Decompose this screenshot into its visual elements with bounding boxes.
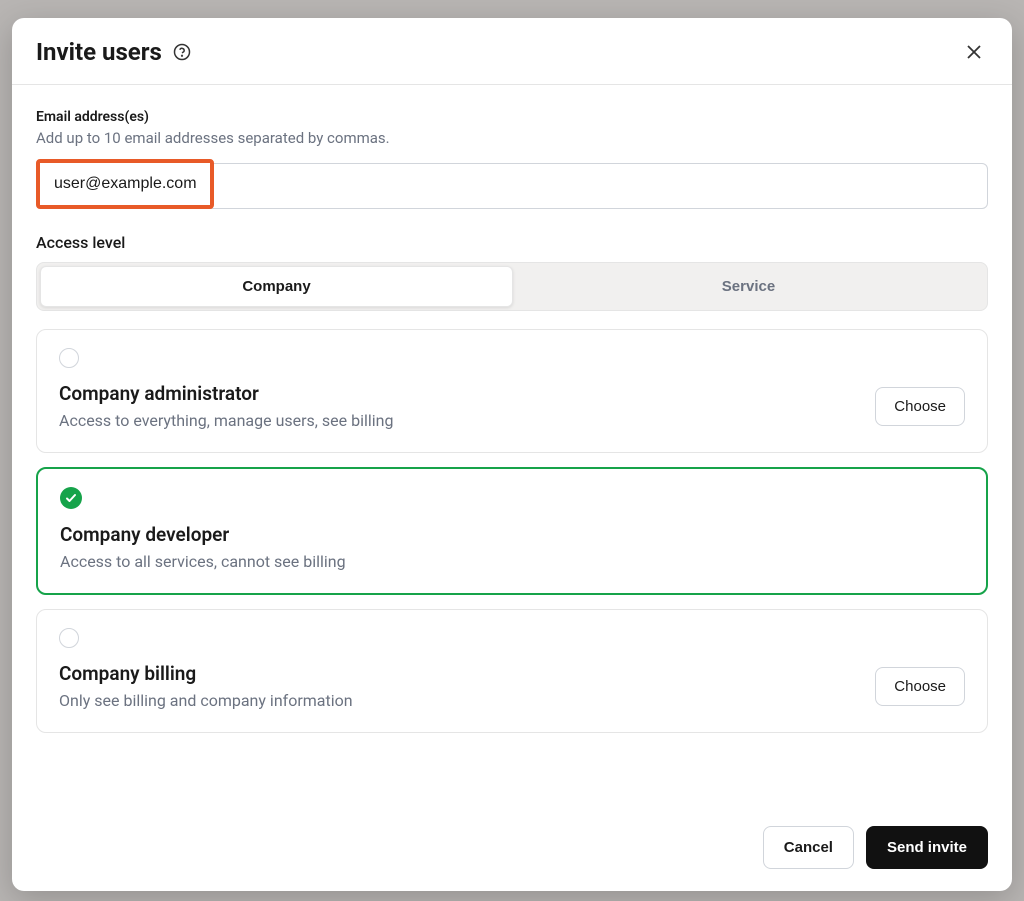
role-description: Access to all services, cannot see billi…	[60, 552, 964, 571]
radio-unchecked-icon	[59, 348, 79, 368]
dialog-header: Invite users	[12, 18, 1012, 85]
email-label: Email address(es)	[36, 109, 988, 125]
role-text: Company billing Only see billing and com…	[59, 662, 875, 710]
email-highlight-box	[36, 159, 214, 209]
role-text: Company developer Access to all services…	[60, 523, 964, 571]
tab-service[interactable]: Service	[513, 266, 984, 307]
choose-button[interactable]: Choose	[875, 387, 965, 426]
access-level-tabs: Company Service	[36, 262, 988, 311]
role-option-company-administrator[interactable]: Company administrator Access to everythi…	[36, 329, 988, 453]
help-icon[interactable]	[172, 42, 192, 62]
role-header: Company developer Access to all services…	[60, 523, 964, 571]
dialog-footer: Cancel Send invite	[12, 808, 1012, 891]
cancel-button[interactable]: Cancel	[763, 826, 854, 869]
role-description: Access to everything, manage users, see …	[59, 411, 875, 430]
tab-company[interactable]: Company	[40, 266, 513, 307]
email-help: Add up to 10 email addresses separated b…	[36, 129, 988, 147]
role-option-company-developer[interactable]: Company developer Access to all services…	[36, 467, 988, 595]
access-level-label: Access level	[36, 233, 988, 252]
role-text: Company administrator Access to everythi…	[59, 382, 875, 430]
invite-users-dialog: Invite users Email address(es) Add up to…	[12, 18, 1012, 891]
access-level-section: Access level Company Service Company adm…	[36, 233, 988, 733]
close-button[interactable]	[960, 38, 988, 66]
send-invite-button[interactable]: Send invite	[866, 826, 988, 869]
email-field-wrapper	[36, 159, 988, 209]
role-description: Only see billing and company information	[59, 691, 875, 710]
choose-button[interactable]: Choose	[875, 667, 965, 706]
role-option-company-billing[interactable]: Company billing Only see billing and com…	[36, 609, 988, 733]
role-header: Company administrator Access to everythi…	[59, 382, 965, 430]
role-title: Company administrator	[59, 382, 875, 405]
role-header: Company billing Only see billing and com…	[59, 662, 965, 710]
radio-checked-icon	[60, 487, 82, 509]
email-field-group: Email address(es) Add up to 10 email add…	[36, 109, 988, 209]
dialog-title: Invite users	[36, 38, 162, 66]
email-input[interactable]	[40, 163, 210, 205]
role-title: Company billing	[59, 662, 875, 685]
dialog-header-left: Invite users	[36, 38, 192, 66]
role-title: Company developer	[60, 523, 964, 546]
radio-unchecked-icon	[59, 628, 79, 648]
dialog-body: Email address(es) Add up to 10 email add…	[12, 85, 1012, 808]
